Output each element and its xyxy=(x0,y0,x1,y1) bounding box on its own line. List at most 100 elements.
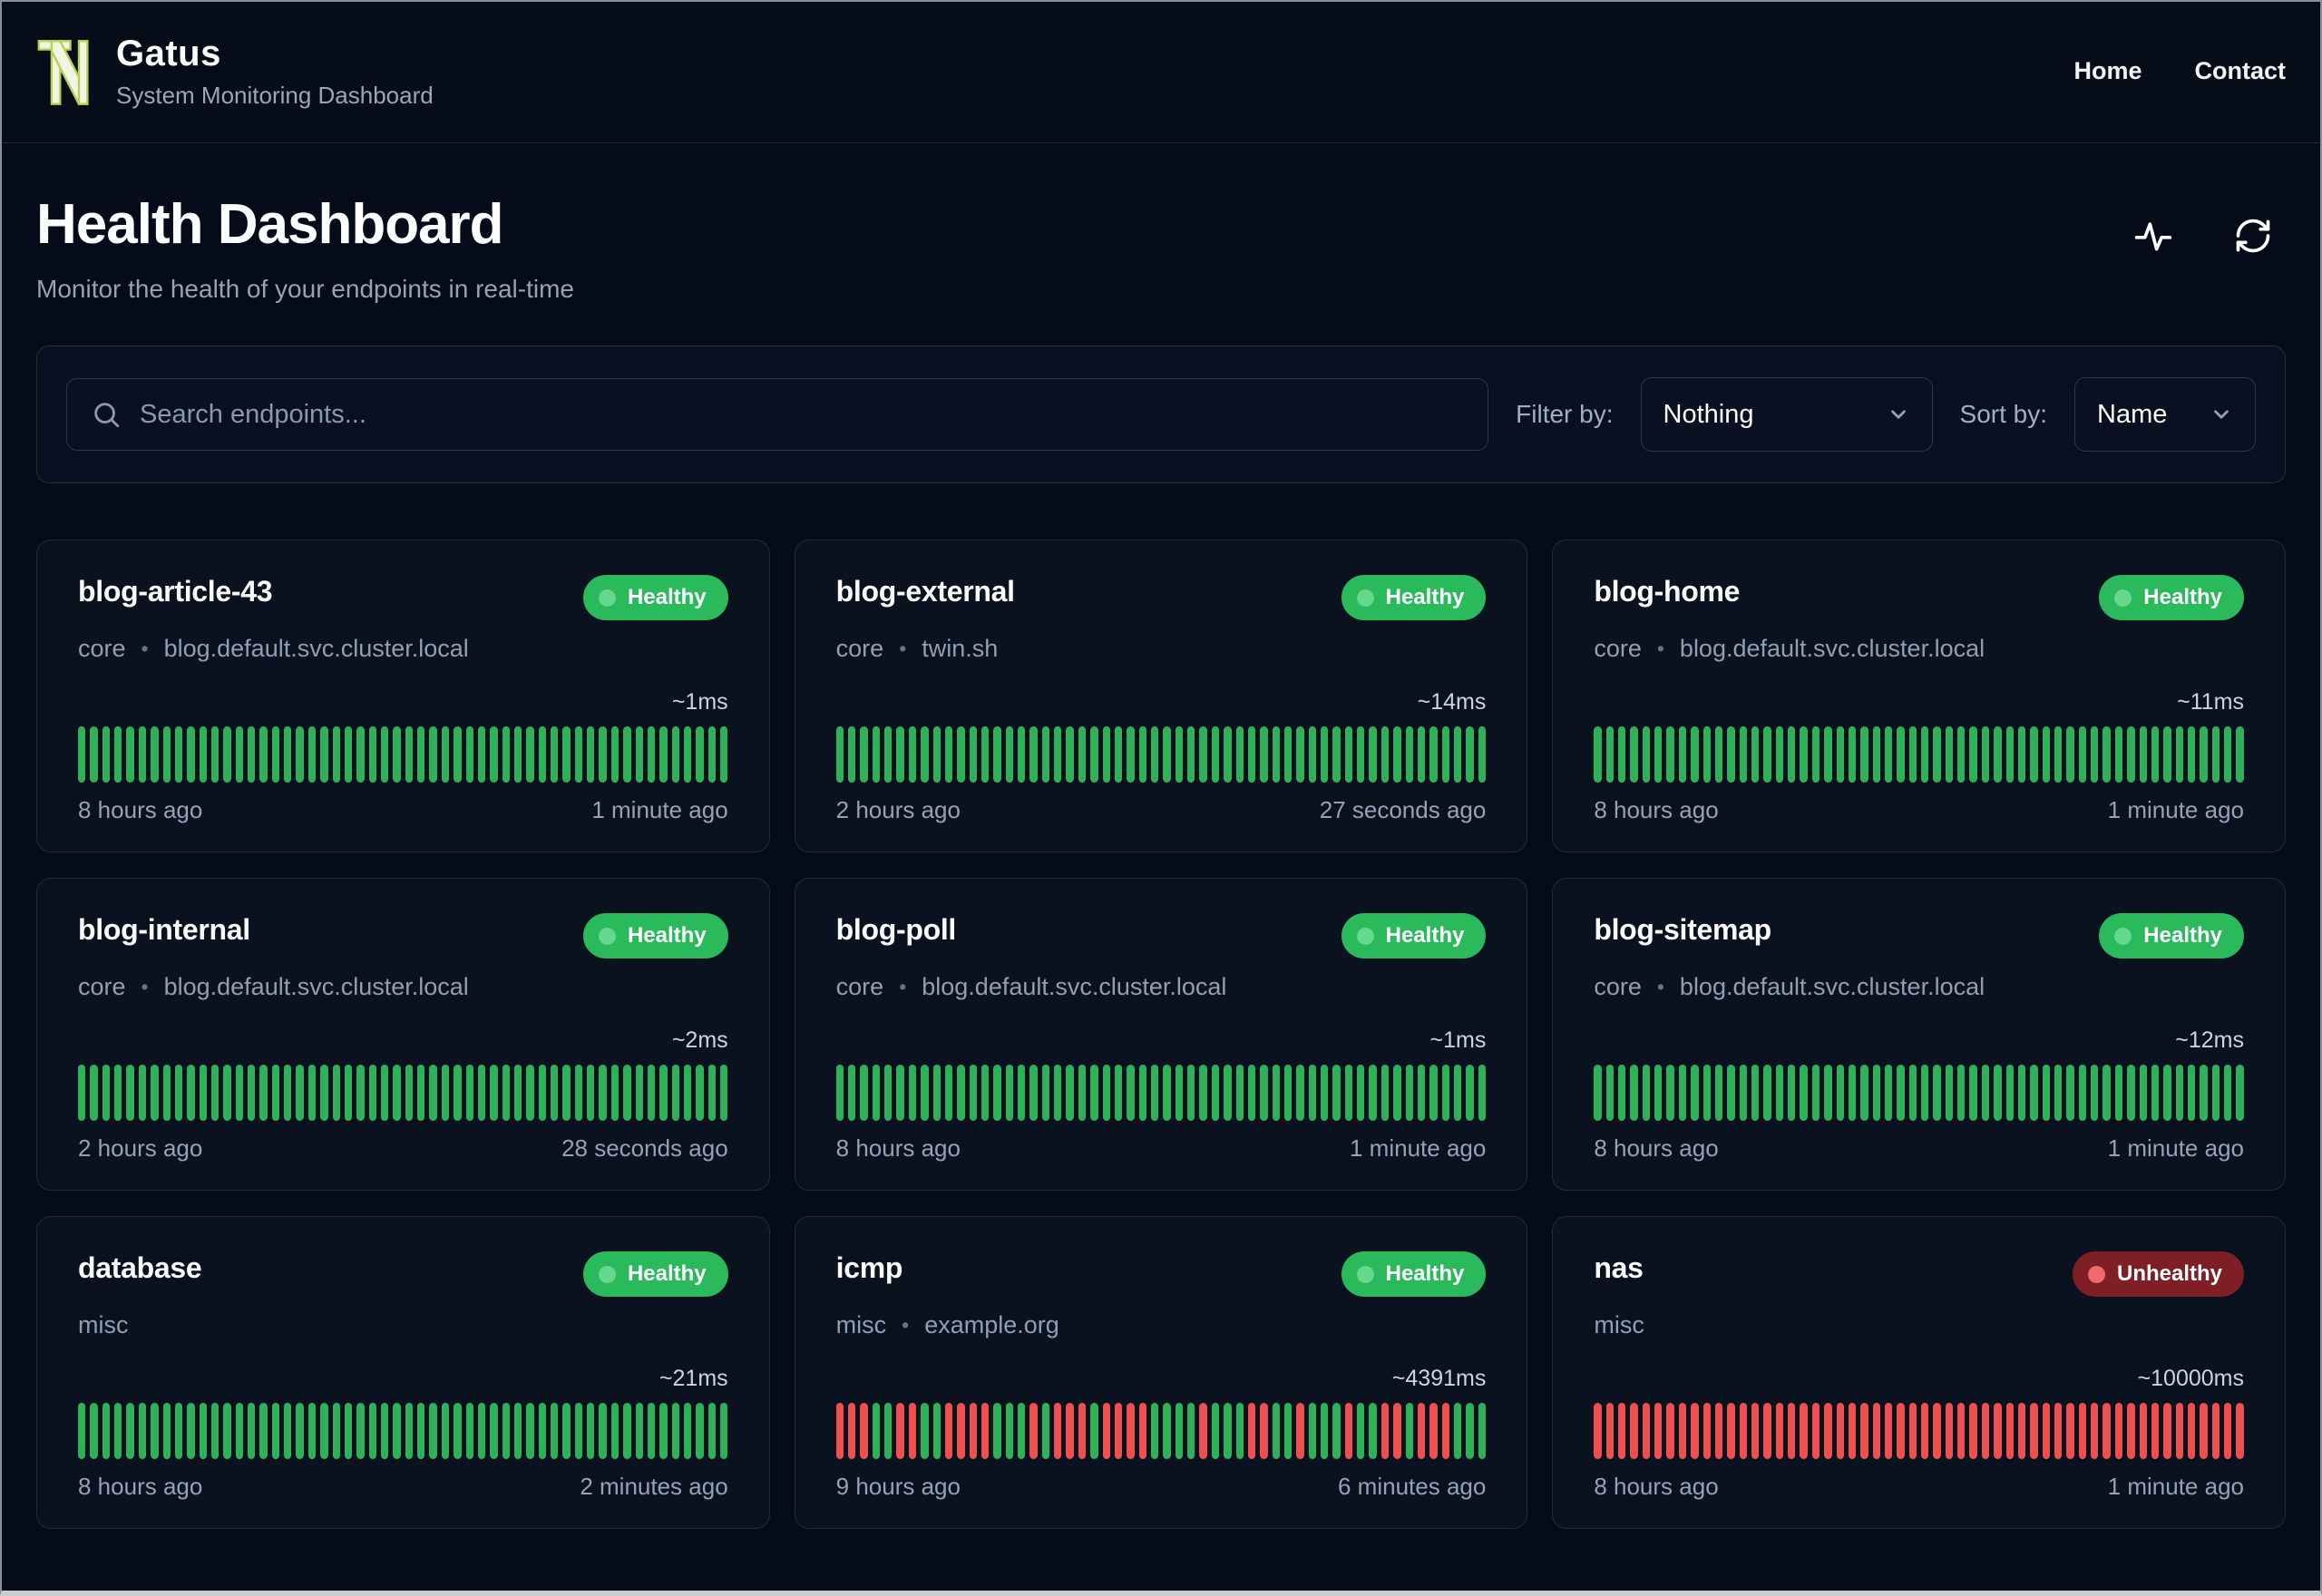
uptime-bar[interactable] xyxy=(1908,726,1917,783)
uptime-bar[interactable] xyxy=(78,726,86,783)
uptime-bar[interactable] xyxy=(610,1065,620,1121)
uptime-bar[interactable] xyxy=(562,726,571,783)
uptime-bar[interactable] xyxy=(574,726,583,783)
uptime-bar[interactable] xyxy=(1775,726,1784,783)
uptime-bar[interactable] xyxy=(1594,1403,1602,1459)
uptime-bar[interactable] xyxy=(307,1403,317,1459)
uptime-bar[interactable] xyxy=(1005,726,1014,783)
uptime-bar[interactable] xyxy=(1775,1065,1784,1121)
uptime-bar[interactable] xyxy=(2054,726,2063,783)
uptime-bar[interactable] xyxy=(896,1065,904,1121)
uptime-bar[interactable] xyxy=(1811,1403,1820,1459)
uptime-bar[interactable] xyxy=(1618,726,1626,783)
uptime-bar[interactable] xyxy=(1921,1065,1929,1121)
uptime-bar[interactable] xyxy=(441,1065,450,1121)
uptime-bar[interactable] xyxy=(1090,726,1098,783)
uptime-bar[interactable] xyxy=(981,1065,990,1121)
uptime-bar[interactable] xyxy=(307,1065,317,1121)
uptime-bar[interactable] xyxy=(1714,726,1723,783)
uptime-bar[interactable] xyxy=(1654,726,1663,783)
uptime-bar[interactable] xyxy=(1994,726,2002,783)
uptime-bar[interactable] xyxy=(1369,1403,1377,1459)
uptime-bar[interactable] xyxy=(284,726,292,783)
uptime-bar[interactable] xyxy=(102,1065,111,1121)
uptime-bar[interactable] xyxy=(1994,1403,2002,1459)
uptime-bar[interactable] xyxy=(296,1403,304,1459)
uptime-bar[interactable] xyxy=(332,726,340,783)
uptime-bar[interactable] xyxy=(696,1065,704,1121)
uptime-bar[interactable] xyxy=(1702,726,1711,783)
uptime-bar[interactable] xyxy=(1296,1065,1304,1121)
uptime-bar[interactable] xyxy=(1235,1403,1244,1459)
sort-select[interactable]: Name xyxy=(2074,377,2256,452)
uptime-bar[interactable] xyxy=(610,1403,620,1459)
uptime-bar[interactable] xyxy=(1272,726,1280,783)
uptime-bar[interactable] xyxy=(2017,1065,2026,1121)
uptime-bar[interactable] xyxy=(1369,1065,1377,1121)
uptime-bar[interactable] xyxy=(465,1403,473,1459)
uptime-bar[interactable] xyxy=(126,726,134,783)
uptime-bar[interactable] xyxy=(2030,1065,2038,1121)
uptime-bar[interactable] xyxy=(884,1065,893,1121)
uptime-bar[interactable] xyxy=(1860,1065,1868,1121)
uptime-bar[interactable] xyxy=(344,726,353,783)
uptime-bar[interactable] xyxy=(860,1065,868,1121)
uptime-bar[interactable] xyxy=(1908,1403,1917,1459)
uptime-bar[interactable] xyxy=(1605,1403,1615,1459)
endpoint-card[interactable]: blog-sitemap Healthy core • blog.default… xyxy=(1552,878,2286,1191)
uptime-bar[interactable] xyxy=(1788,1065,1796,1121)
uptime-bar[interactable] xyxy=(320,1403,328,1459)
uptime-bar[interactable] xyxy=(1994,1065,2002,1121)
uptime-bar[interactable] xyxy=(1933,726,1941,783)
uptime-bar[interactable] xyxy=(1800,726,1808,783)
uptime-bar[interactable] xyxy=(114,1403,122,1459)
uptime-bar[interactable] xyxy=(248,1403,256,1459)
uptime-bar[interactable] xyxy=(671,1403,679,1459)
uptime-bar[interactable] xyxy=(1860,726,1868,783)
uptime-bar[interactable] xyxy=(2078,1403,2087,1459)
uptime-bar[interactable] xyxy=(2224,1065,2232,1121)
uptime-bar[interactable] xyxy=(1283,1065,1293,1121)
uptime-bar[interactable] xyxy=(1666,1403,1674,1459)
uptime-bar[interactable] xyxy=(1678,726,1687,783)
uptime-bar[interactable] xyxy=(1029,1065,1038,1121)
uptime-bar[interactable] xyxy=(1163,726,1171,783)
uptime-bar[interactable] xyxy=(417,1403,425,1459)
uptime-bar[interactable] xyxy=(1357,1403,1365,1459)
uptime-bar[interactable] xyxy=(1933,1403,1941,1459)
uptime-bar[interactable] xyxy=(210,1403,220,1459)
uptime-bar[interactable] xyxy=(199,1065,207,1121)
uptime-bar[interactable] xyxy=(835,726,844,783)
uptime-bar[interactable] xyxy=(296,726,304,783)
uptime-bar[interactable] xyxy=(405,1065,414,1121)
uptime-bar[interactable] xyxy=(2102,1065,2111,1121)
uptime-bar[interactable] xyxy=(1138,726,1146,783)
uptime-bar[interactable] xyxy=(1751,726,1760,783)
uptime-bar[interactable] xyxy=(1018,1065,1026,1121)
uptime-bar[interactable] xyxy=(114,726,122,783)
uptime-bar[interactable] xyxy=(623,1065,631,1121)
uptime-bar[interactable] xyxy=(1381,1065,1390,1121)
uptime-bar[interactable] xyxy=(957,1403,965,1459)
uptime-bar[interactable] xyxy=(235,726,244,783)
uptime-bar[interactable] xyxy=(1211,1065,1220,1121)
uptime-bar[interactable] xyxy=(2151,726,2160,783)
uptime-bar[interactable] xyxy=(332,1403,340,1459)
uptime-bar[interactable] xyxy=(2224,726,2232,783)
uptime-bar[interactable] xyxy=(2030,1403,2038,1459)
uptime-bar[interactable] xyxy=(835,1065,844,1121)
uptime-bar[interactable] xyxy=(1417,726,1426,783)
uptime-bar[interactable] xyxy=(587,726,595,783)
uptime-bar[interactable] xyxy=(1381,1403,1390,1459)
uptime-bar[interactable] xyxy=(502,1403,510,1459)
uptime-bar[interactable] xyxy=(151,726,159,783)
uptime-bar[interactable] xyxy=(114,1065,122,1121)
uptime-bar[interactable] xyxy=(1441,726,1449,783)
uptime-bar[interactable] xyxy=(1957,1065,1966,1121)
uptime-bar[interactable] xyxy=(235,1403,244,1459)
uptime-bar[interactable] xyxy=(1788,726,1796,783)
uptime-bar[interactable] xyxy=(1127,1403,1135,1459)
uptime-bar[interactable] xyxy=(138,726,147,783)
uptime-bar[interactable] xyxy=(884,726,893,783)
uptime-bar[interactable] xyxy=(259,1065,268,1121)
